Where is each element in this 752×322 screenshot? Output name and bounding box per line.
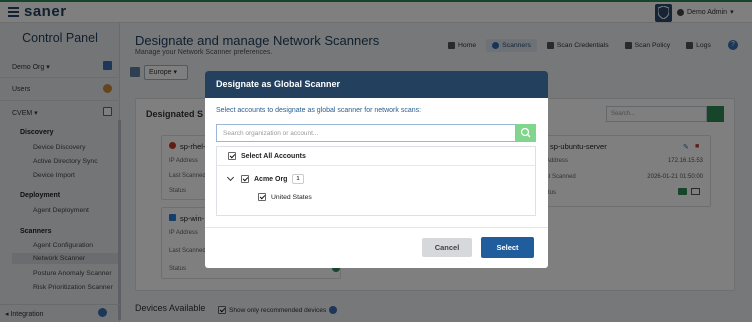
designate-global-scanner-modal: Designate as Global Scanner Select accou… (205, 71, 548, 268)
org-row[interactable]: Acme Org 1 (226, 173, 304, 184)
cancel-button[interactable]: Cancel (422, 238, 472, 257)
account-row[interactable]: United States (258, 193, 312, 201)
modal-title: Designate as Global Scanner (205, 71, 548, 98)
account-tree: Select All Accounts Acme Org 1 United St… (216, 146, 536, 216)
select-button[interactable]: Select (481, 237, 534, 258)
org-checkbox[interactable] (241, 175, 249, 183)
select-all-checkbox[interactable] (228, 152, 236, 160)
divider (205, 227, 548, 228)
search-button[interactable] (516, 124, 536, 142)
account-count-badge: 1 (292, 174, 304, 184)
modal-prompt: Select accounts to designate as global s… (216, 107, 422, 114)
account-checkbox[interactable] (258, 193, 266, 201)
chevron-down-icon[interactable] (226, 173, 235, 182)
select-all-row[interactable]: Select All Accounts (217, 147, 535, 166)
account-search-input[interactable]: Search organization or account... (216, 124, 516, 142)
